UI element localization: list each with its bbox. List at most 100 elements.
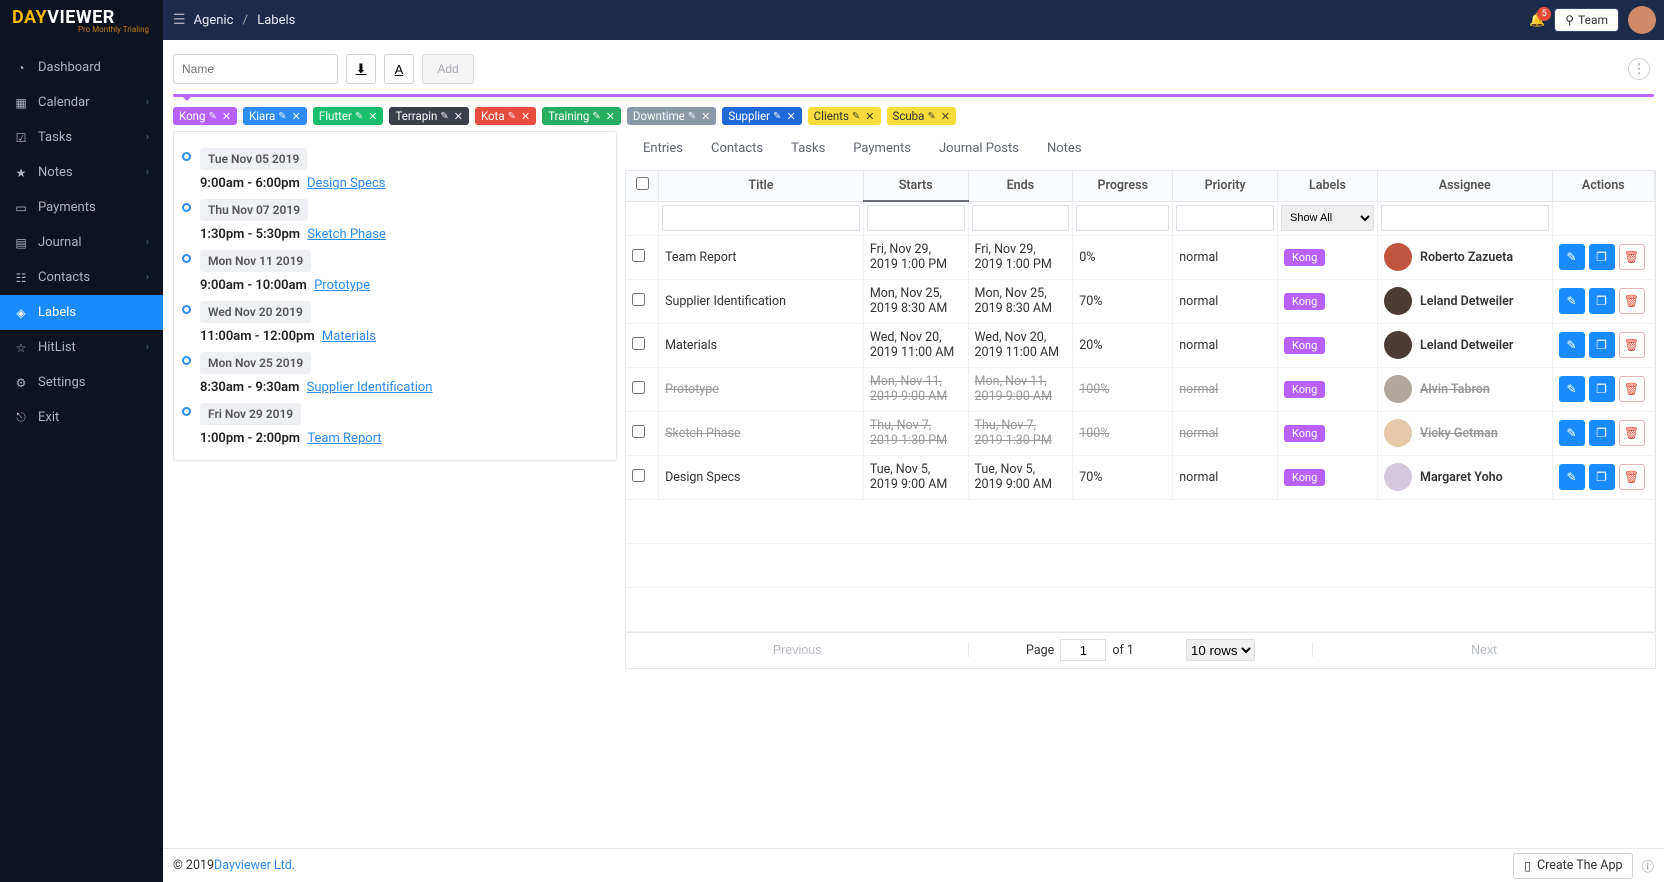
close-icon[interactable]: ✕	[368, 110, 377, 123]
col-labels[interactable]: Labels	[1277, 171, 1377, 201]
copy-button[interactable]: ❐	[1589, 464, 1615, 490]
filter-labels[interactable]: Show All	[1281, 205, 1374, 231]
breadcrumb-root[interactable]: Agenic	[194, 13, 234, 28]
text-color-button[interactable]: A	[384, 54, 414, 84]
sidebar-item-dashboard[interactable]: ◔Dashboard	[0, 50, 163, 85]
close-icon[interactable]: ✕	[222, 110, 231, 123]
edit-icon[interactable]: ✎	[508, 111, 516, 122]
close-icon[interactable]: ✕	[454, 110, 463, 123]
col-assignee[interactable]: Assignee	[1378, 171, 1553, 201]
row-checkbox[interactable]	[632, 381, 645, 394]
sidebar-item-labels[interactable]: ◈Labels	[0, 295, 163, 330]
team-button[interactable]: ⚲ Team	[1555, 9, 1618, 31]
delete-button[interactable]: 🗑	[1619, 288, 1645, 314]
sidebar-item-settings[interactable]: ⚙Settings	[0, 365, 163, 400]
col-priority[interactable]: Priority	[1173, 171, 1278, 201]
event-link[interactable]: Materials	[322, 329, 376, 344]
sidebar-item-tasks[interactable]: ☑Tasks›	[0, 120, 163, 155]
page-input[interactable]	[1060, 639, 1106, 661]
row-checkbox[interactable]	[632, 469, 645, 482]
event-link[interactable]: Prototype	[314, 278, 370, 293]
sidebar-item-journal[interactable]: ▤Journal›	[0, 225, 163, 260]
delete-button[interactable]: 🗑	[1619, 376, 1645, 402]
col-ends[interactable]: Ends	[968, 171, 1073, 201]
filter-progress[interactable]	[1076, 205, 1169, 231]
edit-button[interactable]: ✎	[1559, 376, 1585, 402]
event-link[interactable]: Design Specs	[307, 176, 385, 191]
col-starts[interactable]: Starts	[863, 171, 968, 201]
tab-payments[interactable]: Payments	[853, 137, 911, 160]
filter-assignee[interactable]	[1381, 205, 1549, 231]
sidebar-item-payments[interactable]: ▭Payments	[0, 190, 163, 225]
footer-link[interactable]: Dayviewer Ltd.	[214, 858, 295, 873]
filter-priority[interactable]	[1176, 205, 1274, 231]
edit-icon[interactable]: ✎	[355, 111, 363, 122]
delete-button[interactable]: 🗑	[1619, 464, 1645, 490]
row-checkbox[interactable]	[632, 249, 645, 262]
edit-icon[interactable]: ✎	[688, 111, 696, 122]
close-icon[interactable]: ✕	[786, 110, 795, 123]
label-chip-kiara[interactable]: Kiara ✎ ✕	[243, 107, 307, 125]
label-chip-downtime[interactable]: Downtime ✎ ✕	[627, 107, 716, 125]
edit-button[interactable]: ✎	[1559, 332, 1585, 358]
rows-select[interactable]: 10 rows	[1186, 639, 1255, 661]
row-checkbox[interactable]	[632, 425, 645, 438]
create-app-button[interactable]: ▯ Create The App	[1513, 853, 1633, 879]
logo[interactable]: DAYVIEWER Pro Monthly Trialing	[0, 0, 163, 40]
add-label-button[interactable]: Add	[422, 54, 474, 84]
event-link[interactable]: Supplier Identification	[307, 380, 433, 395]
tab-notes[interactable]: Notes	[1047, 137, 1082, 160]
edit-button[interactable]: ✎	[1559, 244, 1585, 270]
sidebar-item-calendar[interactable]: ▦Calendar›	[0, 85, 163, 120]
label-chip-scuba[interactable]: Scuba ✎ ✕	[887, 107, 957, 125]
tab-entries[interactable]: Entries	[643, 137, 683, 160]
close-icon[interactable]: ✕	[606, 110, 615, 123]
copy-button[interactable]: ❐	[1589, 420, 1615, 446]
edit-button[interactable]: ✎	[1559, 464, 1585, 490]
copy-button[interactable]: ❐	[1589, 288, 1615, 314]
sidebar-item-contacts[interactable]: ☷Contacts›	[0, 260, 163, 295]
row-checkbox[interactable]	[632, 293, 645, 306]
copy-button[interactable]: ❐	[1589, 332, 1615, 358]
col-title[interactable]: Title	[659, 171, 864, 201]
tab-journal-posts[interactable]: Journal Posts	[939, 137, 1019, 160]
col-progress[interactable]: Progress	[1073, 171, 1173, 201]
delete-button[interactable]: 🗑	[1619, 332, 1645, 358]
close-icon[interactable]: ✕	[521, 110, 530, 123]
copy-button[interactable]: ❐	[1589, 376, 1615, 402]
sidebar-item-notes[interactable]: ★Notes›	[0, 155, 163, 190]
sidebar-item-hitlist[interactable]: ☆HitList›	[0, 330, 163, 365]
edit-icon[interactable]: ✎	[278, 111, 286, 122]
label-chip-training[interactable]: Training ✎ ✕	[542, 107, 621, 125]
user-avatar[interactable]	[1628, 6, 1656, 34]
label-chip-supplier[interactable]: Supplier ✎ ✕	[722, 107, 801, 125]
close-icon[interactable]: ✕	[701, 110, 710, 123]
col-actions[interactable]: Actions	[1552, 171, 1654, 201]
filter-ends[interactable]	[972, 205, 1070, 231]
delete-button[interactable]: 🗑	[1619, 420, 1645, 446]
label-chip-flutter[interactable]: Flutter ✎ ✕	[313, 107, 384, 125]
tab-tasks[interactable]: Tasks	[791, 137, 825, 160]
notifications-button[interactable]: 🔔 5	[1529, 13, 1545, 28]
prev-button[interactable]: Previous	[773, 643, 822, 657]
delete-button[interactable]: 🗑	[1619, 244, 1645, 270]
edit-icon[interactable]: ✎	[592, 111, 600, 122]
fill-color-button[interactable]: ⬇	[346, 54, 376, 84]
select-all-checkbox[interactable]	[636, 177, 649, 190]
close-icon[interactable]: ✕	[865, 110, 874, 123]
edit-button[interactable]: ✎	[1559, 288, 1585, 314]
edit-icon[interactable]: ✎	[927, 111, 935, 122]
event-link[interactable]: Team Report	[307, 431, 381, 446]
label-chip-clients[interactable]: Clients ✎ ✕	[808, 107, 881, 125]
label-chip-kota[interactable]: Kota ✎ ✕	[475, 107, 536, 125]
label-chip-terrapin[interactable]: Terrapin ✎ ✕	[389, 107, 468, 125]
edit-icon[interactable]: ✎	[852, 111, 860, 122]
info-icon[interactable]: ⓘ	[1641, 856, 1654, 875]
menu-toggle-icon[interactable]: ☰	[173, 12, 186, 28]
close-icon[interactable]: ✕	[292, 110, 301, 123]
edit-icon[interactable]: ✎	[440, 111, 448, 122]
label-chip-kong[interactable]: Kong ✎ ✕	[173, 107, 237, 125]
tab-contacts[interactable]: Contacts	[711, 137, 763, 160]
sidebar-item-exit[interactable]: ⎋Exit	[0, 400, 163, 435]
row-checkbox[interactable]	[632, 337, 645, 350]
